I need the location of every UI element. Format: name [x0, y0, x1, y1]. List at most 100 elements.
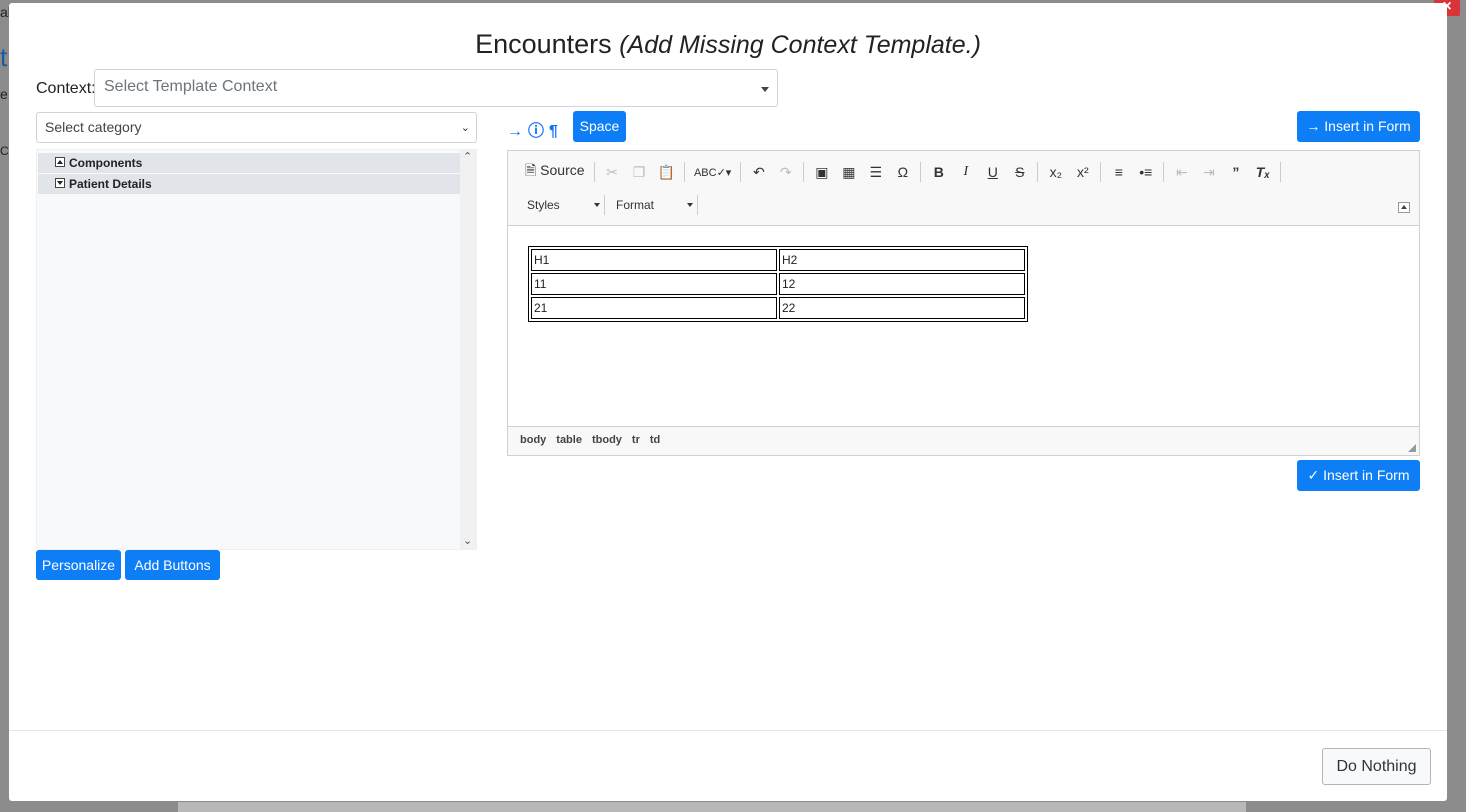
element-path-bar: body table tbody tr td: [508, 426, 1419, 455]
editor-mini-icons: → ⓘ ¶: [507, 117, 563, 141]
copy-icon[interactable]: ❐: [631, 164, 648, 181]
bulleted-list-icon[interactable]: •≡: [1137, 164, 1154, 180]
underline-icon[interactable]: U: [984, 164, 1001, 180]
modal-title: Encounters (Add Missing Context Template…: [9, 29, 1447, 60]
table-cell[interactable]: 11: [531, 273, 777, 295]
table-icon[interactable]: ▦: [840, 164, 857, 181]
source-button[interactable]: 🗎 Source: [525, 160, 585, 184]
table-cell[interactable]: 12: [779, 273, 1025, 295]
subscript-icon[interactable]: x₂: [1047, 164, 1064, 180]
tree-item-components[interactable]: Components: [38, 153, 461, 173]
tree-item-patient-details[interactable]: Patient Details: [38, 174, 461, 194]
do-nothing-button[interactable]: Do Nothing: [1322, 748, 1431, 785]
caret-down-icon: [594, 203, 600, 207]
bold-icon[interactable]: B: [930, 164, 947, 180]
horizontal-line-icon[interactable]: ☰: [867, 164, 884, 181]
tree-scrollbar[interactable]: ⌃ ⌄: [460, 150, 476, 549]
toolbar-separator: [740, 162, 742, 182]
toolbar-separator: [1100, 162, 1102, 182]
toolbar-separator: [683, 162, 685, 182]
arrow-right-icon: →: [1306, 118, 1321, 134]
special-char-icon[interactable]: Ω: [894, 164, 911, 180]
toolbar-separator: [803, 162, 805, 182]
context-placeholder: Select Template Context: [104, 78, 278, 95]
table-cell[interactable]: 21: [531, 297, 777, 319]
toolbar-separator: [1037, 162, 1039, 182]
source-label: Source: [540, 162, 585, 178]
content-table[interactable]: H1 H2 11 12 21 22: [528, 246, 1028, 322]
table-cell[interactable]: H2: [779, 249, 1025, 271]
path-item[interactable]: tr: [632, 434, 640, 448]
template-tree: Components Patient Details ⌃ ⌄: [36, 149, 477, 550]
expand-icon[interactable]: [55, 178, 65, 188]
toolbar-separator: [920, 162, 922, 182]
path-item[interactable]: td: [650, 434, 660, 448]
indent-icon[interactable]: ⇥: [1200, 164, 1217, 181]
context-label: Context:: [36, 80, 96, 97]
template-modal: Encounters (Add Missing Context Template…: [9, 3, 1447, 801]
tree-item-label: Patient Details: [69, 177, 152, 191]
format-label: Format: [616, 198, 655, 212]
category-placeholder: Select category: [45, 119, 142, 135]
resize-handle-icon[interactable]: [1408, 444, 1416, 452]
bg-fragment: e: [0, 86, 8, 102]
styles-combo[interactable]: Styles: [520, 198, 600, 212]
toolbar-separator: [593, 162, 595, 182]
toolbar-separator: [697, 195, 698, 215]
paste-icon[interactable]: 📋: [658, 164, 675, 181]
italic-icon[interactable]: I: [957, 164, 974, 180]
toolbar-separator: [1280, 162, 1282, 182]
add-buttons-button[interactable]: Add Buttons: [125, 550, 220, 580]
spellcheck-icon[interactable]: ABC✓▾: [694, 166, 731, 179]
context-select[interactable]: Select Template Context: [94, 69, 778, 107]
table-cell[interactable]: 22: [779, 297, 1025, 319]
collapse-toolbar-icon[interactable]: [1398, 202, 1410, 213]
insert-in-form-button-bottom[interactable]: ✓ Insert in Form: [1297, 460, 1420, 491]
numbered-list-icon[interactable]: ≡: [1110, 164, 1127, 180]
scroll-down-icon[interactable]: ⌄: [463, 534, 472, 547]
chevron-down-icon: ⌄: [460, 122, 470, 134]
table-row: H1 H2: [531, 249, 1025, 271]
modal-title-main: Encounters: [475, 29, 612, 59]
table-row: 21 22: [531, 297, 1025, 319]
path-item[interactable]: body: [520, 434, 546, 448]
bg-fragment: t: [0, 42, 8, 72]
paragraph-icon[interactable]: ¶: [549, 123, 558, 140]
tree-item-label: Components: [69, 156, 143, 170]
outdent-icon[interactable]: ⇤: [1173, 164, 1190, 181]
editor-content[interactable]: H1 H2 11 12 21 22: [508, 227, 1419, 427]
insert-in-form-button-top[interactable]: → Insert in Form: [1297, 111, 1420, 142]
sign-in-icon[interactable]: →: [507, 123, 523, 140]
personalize-button[interactable]: Personalize: [36, 550, 121, 580]
insert-label: Insert in Form: [1323, 467, 1410, 483]
path-item[interactable]: table: [556, 434, 582, 448]
table-row: 11 12: [531, 273, 1025, 295]
category-select[interactable]: Select category ⌄: [36, 112, 477, 143]
collapse-icon[interactable]: [55, 157, 65, 167]
strikethrough-icon[interactable]: S: [1011, 164, 1028, 180]
undo-icon[interactable]: ↶: [750, 164, 767, 181]
bg-bottom-bar: [178, 802, 1246, 812]
format-combo[interactable]: Format: [609, 198, 693, 212]
check-icon: ✓: [1307, 467, 1320, 483]
scroll-up-icon[interactable]: ⌃: [463, 150, 472, 163]
path-item[interactable]: tbody: [592, 434, 622, 448]
blockquote-icon[interactable]: ”: [1227, 164, 1244, 180]
redo-icon[interactable]: ↷: [777, 164, 794, 181]
cut-icon[interactable]: ✂: [604, 164, 621, 181]
caret-down-icon: [761, 87, 769, 92]
editor-toolbar: 🗎 Source ✂ ❐ 📋 ABC✓▾ ↶ ↷ ▣ ▦ ☰ Ω B I U S: [508, 151, 1419, 226]
remove-format-icon[interactable]: Tₓ: [1254, 164, 1271, 180]
space-button[interactable]: Space: [573, 111, 626, 142]
superscript-icon[interactable]: x²: [1074, 164, 1091, 180]
toolbar-separator: [604, 195, 605, 215]
insert-label: Insert in Form: [1324, 118, 1411, 134]
caret-down-icon: [687, 203, 693, 207]
modal-footer: Do Nothing: [9, 730, 1447, 801]
image-icon[interactable]: ▣: [813, 164, 830, 181]
table-cell[interactable]: H1: [531, 249, 777, 271]
styles-label: Styles: [527, 198, 560, 212]
question-circle-icon[interactable]: ⓘ: [528, 123, 544, 140]
toolbar-separator: [1163, 162, 1165, 182]
modal-title-sub: (Add Missing Context Template.): [619, 31, 981, 59]
